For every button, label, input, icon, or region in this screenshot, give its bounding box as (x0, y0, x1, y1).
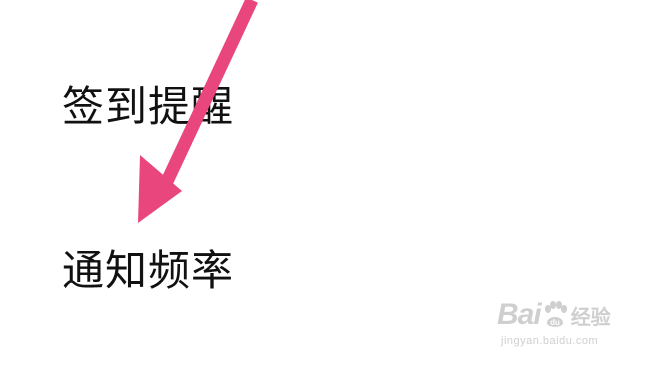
baidu-jingyan-watermark: Bai du 经验 jingyan.baidu.com (497, 287, 617, 351)
baidu-paw-icon: du (544, 301, 567, 327)
setting-checkin-reminder[interactable]: 签到提醒 (62, 83, 234, 131)
watermark-url: jingyan.baidu.com (501, 335, 599, 347)
setting-notification-frequency[interactable]: 通知频率 (62, 247, 234, 295)
watermark-brand-prefix: Bai (497, 298, 542, 331)
watermark-brand-suffix: 经验 (570, 306, 611, 329)
setting-checkin-reminder-label: 签到提醒 (62, 82, 235, 131)
setting-notification-frequency-label: 通知频率 (62, 246, 235, 295)
svg-text:du: du (550, 318, 560, 327)
